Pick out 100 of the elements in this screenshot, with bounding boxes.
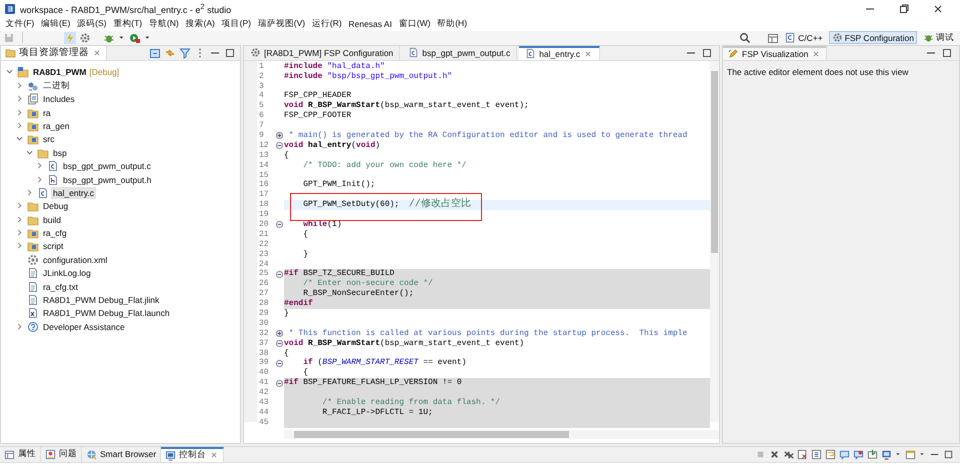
message-icon[interactable] <box>853 448 864 460</box>
line-number: 1 <box>258 62 265 72</box>
new-console-icon[interactable] <box>905 448 916 460</box>
collapse-fold-icon[interactable] <box>275 358 284 368</box>
collapse-fold-icon[interactable] <box>275 220 284 230</box>
menu-item[interactable]: 文件(F) <box>2 18 38 30</box>
close-icon[interactable] <box>932 2 944 15</box>
expand-fold-icon[interactable] <box>275 329 284 338</box>
clear-console-icon[interactable] <box>797 448 808 460</box>
line-number: 26 <box>258 279 270 290</box>
collapse-fold-icon[interactable] <box>275 339 284 348</box>
perspective-button[interactable]: FSP Configuration <box>828 31 917 44</box>
tree-item[interactable]: ra_gen <box>41 120 72 132</box>
message-icon[interactable] <box>839 448 850 460</box>
tree-item[interactable]: script <box>41 240 66 252</box>
line-number: 3 <box>258 82 265 92</box>
tree-item[interactable]: RA8D1_PWM Debug_Flat.jlink <box>41 294 162 306</box>
restore-icon[interactable] <box>898 2 910 15</box>
line-number: 45 <box>258 418 270 428</box>
line-number: 42 <box>258 388 270 398</box>
view-tab[interactable]: 属性 <box>0 446 41 462</box>
gear-icon[interactable] <box>79 32 91 44</box>
build-config-label: [Debug] <box>89 67 120 78</box>
menu-item[interactable]: 瑞萨视图(V) <box>254 18 308 30</box>
filter-icon[interactable] <box>179 46 191 59</box>
file-icon <box>27 267 39 280</box>
line-number: 37 <box>258 338 270 349</box>
search-icon[interactable] <box>739 32 752 44</box>
maximize-icon[interactable] <box>224 46 236 59</box>
menu-item[interactable]: 编辑(E) <box>38 18 74 30</box>
menu-item[interactable]: 搜索(A) <box>182 18 218 30</box>
remove-icon[interactable] <box>769 448 780 460</box>
tree-item[interactable]: RA8D1_PWM [Debug] <box>31 66 122 78</box>
maximize-icon[interactable] <box>943 448 954 460</box>
problems-icon <box>45 448 56 460</box>
word-wrap-icon[interactable] <box>825 448 836 460</box>
tree-item[interactable]: ra_cfg.txt <box>41 280 80 293</box>
line-number: 16 <box>258 180 270 190</box>
tree-item[interactable]: src <box>41 133 56 146</box>
tree-item[interactable]: ra_cfg <box>41 227 69 240</box>
message-text: The active editor element does not use this view <box>726 66 910 79</box>
line-number: 20 <box>258 220 270 230</box>
perspective-button[interactable]: C/C++ <box>782 31 826 44</box>
menu-item[interactable]: 窗口(W) <box>395 18 434 30</box>
menu-item[interactable]: 运行(R) <box>308 18 346 30</box>
line-number: 19 <box>258 210 270 220</box>
run-icon[interactable] <box>129 32 141 44</box>
line-number: 25 <box>258 269 270 280</box>
properties-icon <box>4 448 15 460</box>
pin-icon[interactable] <box>867 448 878 460</box>
editor-tab[interactable]: [RA8D1_PWM] FSP Configuration <box>244 46 400 60</box>
perspective-button[interactable]: 调试 <box>920 31 957 44</box>
scrollbar[interactable] <box>710 60 719 422</box>
tree-item[interactable]: JLinkLog.log <box>41 267 93 280</box>
link-icon[interactable] <box>164 46 176 59</box>
tree-item[interactable]: bsp_gpt_pwm_output.h <box>61 174 154 186</box>
view-tab[interactable]: 控制台 <box>161 446 224 462</box>
tree-item[interactable]: bsp_gpt_pwm_output.c <box>61 160 153 172</box>
code-line: GPT_PWM_Init(); <box>302 180 376 190</box>
scroll-lock-icon[interactable] <box>811 448 822 460</box>
menu-item[interactable]: 帮助(H) <box>434 18 470 30</box>
menu-item[interactable]: Renesas AI <box>345 19 396 30</box>
menu-item[interactable]: 重构(T) <box>110 18 146 30</box>
tree-item[interactable]: hal_entry.c <box>51 186 96 199</box>
collapse-all-icon[interactable] <box>149 46 161 59</box>
maximize-icon[interactable] <box>941 46 953 59</box>
remove-all-icon[interactable] <box>783 448 794 460</box>
perspective-icon[interactable] <box>767 32 780 44</box>
tree-item[interactable]: bsp <box>51 146 69 159</box>
maximize-icon[interactable] <box>701 46 713 59</box>
tree-item[interactable]: ra <box>41 106 53 119</box>
folder-icon <box>27 240 39 252</box>
scrollbar[interactable] <box>284 430 719 439</box>
menu-item[interactable]: 导航(N) <box>146 18 182 30</box>
tree-item[interactable]: RA8D1_PWM Debug_Flat.launch <box>41 307 172 320</box>
console-icon <box>165 450 176 461</box>
expand-fold-icon[interactable] <box>275 131 284 140</box>
tree-item[interactable]: configuration.xml <box>41 254 110 266</box>
collapse-fold-icon[interactable] <box>275 378 284 388</box>
menu-item[interactable]: 项目(P) <box>218 18 254 30</box>
collapse-fold-icon[interactable] <box>275 270 284 279</box>
line-number: 40 <box>258 368 270 378</box>
view-tab[interactable]: 项目资源管理器 <box>1 46 107 60</box>
code-line: } <box>302 250 310 260</box>
editor-tab[interactable]: bsp_gpt_pwm_output.c <box>402 46 518 60</box>
line-number: 43 <box>258 398 270 408</box>
tree-item[interactable]: Developer Assistance <box>41 320 127 333</box>
menu-item[interactable]: 源码(S) <box>74 18 110 30</box>
editor-tab[interactable]: hal_entry.c <box>519 46 600 60</box>
view-tab[interactable]: 问题 <box>41 446 82 462</box>
app-logo <box>4 2 16 15</box>
tree-item[interactable]: 二进制 <box>41 80 72 92</box>
collapse-fold-icon[interactable] <box>275 141 284 150</box>
tree-item[interactable]: Includes <box>41 93 77 106</box>
tree-item[interactable]: build <box>41 214 63 226</box>
view-tab[interactable]: FSP Visualization <box>723 46 828 60</box>
line-number: 17 <box>258 190 270 200</box>
display-icon[interactable] <box>881 448 892 460</box>
tree-item[interactable]: Debug <box>41 200 70 212</box>
code-line: { <box>284 348 290 358</box>
